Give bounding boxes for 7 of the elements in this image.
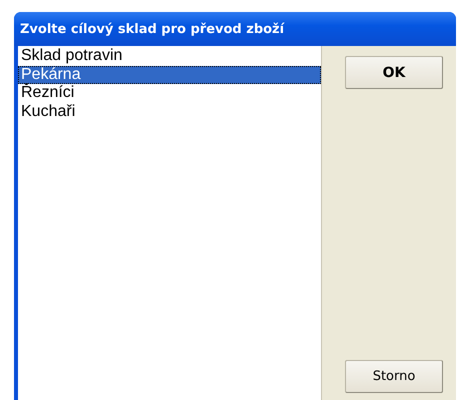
ok-button[interactable]: OK xyxy=(345,56,443,89)
window-title: Zvolte cílový sklad pro převod zboží xyxy=(20,22,284,36)
list-item[interactable]: Sklad potravin xyxy=(18,47,321,66)
cancel-button[interactable]: Storno xyxy=(345,360,443,393)
list-item[interactable]: Kuchaři xyxy=(18,102,321,121)
list-item[interactable]: Řezníci xyxy=(18,84,321,102)
list-item[interactable]: Pekárna xyxy=(18,66,321,84)
